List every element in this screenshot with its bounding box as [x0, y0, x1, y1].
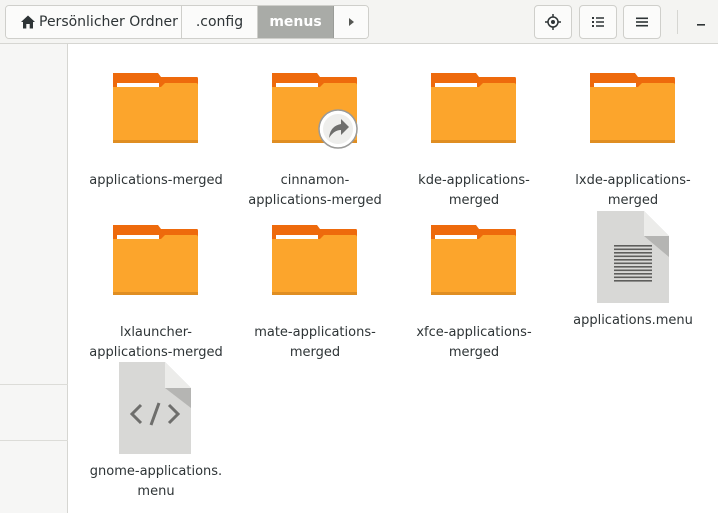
file-label-line2: applications-merged: [248, 193, 382, 208]
file-label: mate-applications- merged: [240, 323, 390, 363]
file-label-line1: cinnamon-: [280, 173, 350, 188]
file-label: cinnamon- applications-merged: [240, 171, 390, 211]
file-view: applications-merged cinnamon- applicatio…: [69, 45, 718, 513]
breadcrumb-home[interactable]: Persönlicher Ordner: [6, 6, 182, 38]
file-item-kde-applications-merged[interactable]: kde-applications- merged: [399, 73, 549, 211]
breadcrumb-forward-button[interactable]: [334, 6, 368, 38]
location-button[interactable]: [534, 5, 572, 39]
hamburger-icon: [636, 17, 648, 27]
file-item-xfce-applications-merged[interactable]: xfce-applications- merged: [399, 225, 549, 363]
file-label-line1: kde-applications-: [418, 173, 530, 188]
file-label: applications.menu: [558, 311, 708, 331]
folder-icon: [272, 73, 357, 143]
breadcrumb-config-label: .config: [195, 14, 244, 30]
file-item-lxlauncher-applications-merged[interactable]: lxlauncher- applications-merged: [81, 225, 231, 363]
file-label-line1: lxlauncher-: [120, 325, 192, 340]
home-icon: [21, 15, 35, 29]
file-label: lxlauncher- applications-merged: [81, 323, 231, 363]
header-bar: Persönlicher Ordner .config menus: [0, 0, 718, 44]
breadcrumb-config[interactable]: .config: [182, 6, 258, 38]
folder-icon: [431, 225, 516, 295]
folder-thumb: [558, 73, 708, 169]
minimize-icon: [697, 24, 705, 26]
folder-thumb: [81, 225, 231, 321]
file-label-line1: mate-applications-: [254, 325, 376, 340]
file-label-line2: merged: [607, 193, 659, 208]
folder-icon: [431, 73, 516, 143]
list-view-button[interactable]: [579, 5, 617, 39]
file-label-line2: merged: [448, 193, 500, 208]
file-label: applications-merged: [81, 171, 231, 191]
menu-button[interactable]: [623, 5, 661, 39]
folder-icon: [590, 73, 675, 143]
file-item-applications-merged[interactable]: applications-merged: [81, 73, 231, 191]
crosshair-icon: [545, 14, 561, 30]
text-file-icon: [597, 211, 669, 303]
folder-icon: [113, 73, 198, 143]
file-label: xfce-applications- merged: [399, 323, 549, 363]
file-label-line2: applications-merged: [89, 345, 223, 360]
sidebar-divider: [0, 384, 68, 385]
file-label-line2: merged: [448, 345, 500, 360]
folder-thumb: [240, 225, 390, 321]
file-label: gnome-applications. menu: [81, 462, 231, 502]
folder-thumb: [399, 225, 549, 321]
file-item-lxde-applications-merged[interactable]: lxde-applications- merged: [558, 73, 708, 211]
file-label: kde-applications- merged: [399, 171, 549, 211]
list-view-icon: [592, 17, 604, 27]
breadcrumb: Persönlicher Ordner .config menus: [5, 5, 369, 39]
symlink-arrow-icon: [318, 109, 358, 149]
file-item-mate-applications-merged[interactable]: mate-applications- merged: [240, 225, 390, 363]
file-label-line1: lxde-applications-: [575, 173, 691, 188]
file-thumb: [558, 211, 708, 309]
folder-icon: [272, 225, 357, 295]
file-thumb: [81, 362, 231, 460]
chevron-right-icon: [349, 18, 354, 26]
folder-icon: [113, 225, 198, 295]
sidebar: [0, 44, 68, 513]
file-label-line1: applications-merged: [89, 173, 223, 188]
file-item-applications-menu[interactable]: applications.menu: [558, 211, 708, 331]
code-file-icon: [119, 362, 191, 454]
breadcrumb-current[interactable]: menus: [258, 6, 334, 38]
file-item-gnome-applications-menu[interactable]: gnome-applications. menu: [81, 362, 231, 502]
breadcrumb-home-label: Persönlicher Ordner: [39, 14, 178, 30]
file-label-line2: menu: [137, 484, 175, 499]
file-label-line1: gnome-applications.: [89, 464, 223, 479]
header-separator: [677, 10, 678, 34]
file-label-line2: merged: [289, 345, 341, 360]
folder-thumb: [81, 73, 231, 169]
breadcrumb-current-label: menus: [269, 14, 322, 30]
folder-thumb: [399, 73, 549, 169]
sidebar-divider: [0, 440, 68, 441]
file-item-cinnamon-applications-merged[interactable]: cinnamon- applications-merged: [240, 73, 390, 211]
minimize-button[interactable]: [684, 5, 718, 39]
file-label-line1: applications.menu: [573, 313, 693, 328]
file-label-line1: xfce-applications-: [416, 325, 532, 340]
file-label: lxde-applications- merged: [558, 171, 708, 211]
folder-thumb: [240, 73, 390, 169]
